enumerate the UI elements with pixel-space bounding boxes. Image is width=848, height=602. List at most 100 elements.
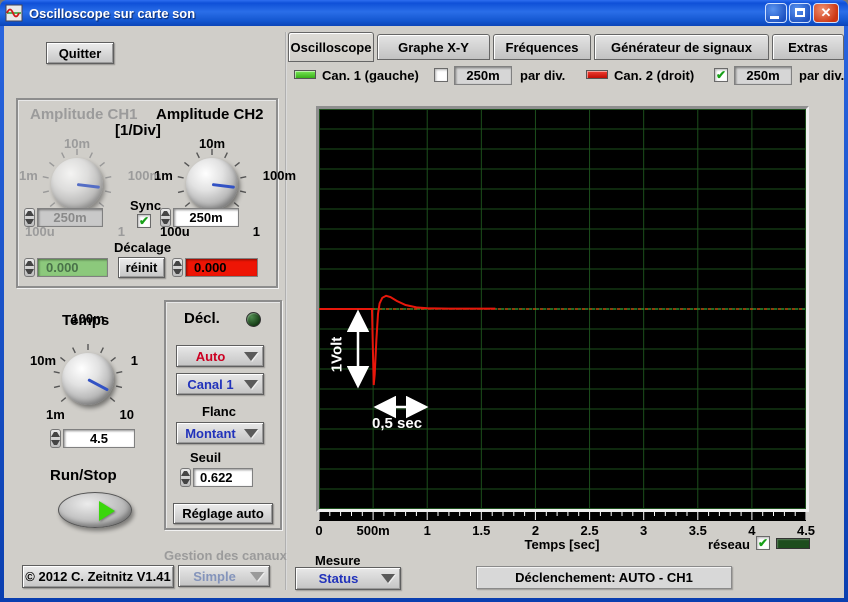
x-tick-label: 3 bbox=[640, 523, 647, 538]
knob-scale-label: 10m bbox=[199, 136, 225, 151]
x-tick-label: 2.5 bbox=[581, 523, 599, 538]
x-axis-ticks bbox=[319, 512, 806, 521]
spinner-down-icon[interactable] bbox=[173, 268, 182, 277]
amplitude-ch2-value[interactable]: 250m bbox=[173, 208, 239, 227]
trigger-status-box: Déclenchement: AUTO - CH1 bbox=[476, 566, 732, 589]
channel1-label: Can. 1 (gauche) bbox=[322, 68, 419, 83]
tab-label: Générateur de signaux bbox=[611, 40, 752, 55]
offset-reset-label: réinit bbox=[126, 260, 158, 275]
trigger-edge-dropdown[interactable]: Montant bbox=[176, 422, 264, 444]
tab-label: Extras bbox=[788, 40, 828, 55]
offset-ch2-value[interactable]: 0.000 bbox=[185, 258, 258, 277]
channel2-scale-field[interactable]: 250m bbox=[734, 66, 792, 85]
tab-graphe-xy[interactable]: Graphe X-Y bbox=[377, 34, 490, 60]
reseau-checkbox[interactable]: ✔ bbox=[756, 536, 770, 550]
quit-button[interactable]: Quitter bbox=[46, 42, 114, 64]
time-knob[interactable]: 100m 10m 1 1m 10 bbox=[36, 327, 140, 431]
tab-label: Fréquences bbox=[506, 40, 579, 55]
measure-dropdown[interactable]: Status bbox=[295, 567, 401, 590]
offset-ch1-spinner[interactable] bbox=[24, 258, 35, 277]
minimize-button[interactable] bbox=[765, 3, 787, 23]
sync-checkbox[interactable]: ✔ bbox=[137, 214, 151, 228]
trigger-source-value: Canal 1 bbox=[177, 377, 244, 392]
amplitude-ch1-value[interactable]: 250m bbox=[37, 208, 103, 227]
auto-setup-button[interactable]: Réglage auto bbox=[173, 503, 273, 524]
time-spinner[interactable] bbox=[50, 429, 61, 448]
close-button[interactable]: ✕ bbox=[813, 3, 839, 23]
knob-dial[interactable] bbox=[51, 158, 103, 210]
minimize-icon bbox=[770, 16, 779, 19]
channels-title: Gestion des canaux bbox=[164, 548, 287, 563]
spinner-down-icon[interactable] bbox=[51, 439, 60, 448]
offset-ch1-value[interactable]: 0.000 bbox=[37, 258, 108, 277]
tab-frequences[interactable]: Fréquences bbox=[493, 34, 591, 60]
knob-pointer bbox=[87, 378, 109, 391]
spinner-up-icon[interactable] bbox=[173, 259, 182, 268]
knob-scale-label: 1 bbox=[131, 353, 138, 368]
spinner-up-icon[interactable] bbox=[51, 430, 60, 439]
channel1-enable-checkbox[interactable] bbox=[434, 68, 448, 82]
threshold-spinner[interactable] bbox=[180, 468, 191, 487]
check-icon: ✔ bbox=[758, 537, 768, 549]
x-tick-label: 1 bbox=[424, 523, 431, 538]
offset-ch2-spinner[interactable] bbox=[172, 258, 183, 277]
maximize-button[interactable] bbox=[789, 3, 811, 23]
play-icon bbox=[99, 501, 115, 521]
spinner-down-icon[interactable] bbox=[25, 218, 34, 227]
channels-mode-dropdown[interactable]: Simple bbox=[178, 565, 270, 587]
run-stop-button[interactable] bbox=[58, 492, 132, 528]
knob-scale-label: 10 bbox=[120, 407, 134, 422]
amplitude-annotation: 1Volt bbox=[322, 314, 352, 394]
knob-scale-label: 1 bbox=[118, 224, 125, 239]
sync-label: Sync bbox=[130, 198, 161, 213]
trigger-status-text: Déclenchement: AUTO - CH1 bbox=[515, 570, 693, 585]
threshold-value[interactable]: 0.622 bbox=[193, 468, 253, 487]
trigger-source-dropdown[interactable]: Canal 1 bbox=[176, 373, 264, 395]
window-title: Oscilloscope sur carte son bbox=[29, 6, 195, 21]
dropdown-arrow-icon bbox=[381, 574, 395, 583]
spinner-down-icon[interactable] bbox=[181, 478, 190, 487]
waveform-plot[interactable] bbox=[319, 109, 806, 509]
edge-title: Flanc bbox=[202, 404, 236, 419]
panel-divider bbox=[285, 32, 287, 590]
amplitude-ch2-spinner[interactable] bbox=[160, 208, 171, 227]
copyright-text: © 2012 C. Zeitnitz V1.41 bbox=[25, 569, 170, 584]
x-tick-label: 4.5 bbox=[797, 523, 815, 538]
tab-generateur[interactable]: Générateur de signaux bbox=[594, 34, 769, 60]
amplitude-annotation-text: 1Volt bbox=[329, 336, 346, 372]
tab-extras[interactable]: Extras bbox=[772, 34, 844, 60]
spinner-down-icon[interactable] bbox=[25, 268, 34, 277]
auto-setup-label: Réglage auto bbox=[182, 506, 264, 521]
knob-scale-label: 1m bbox=[154, 168, 173, 183]
x-tick-label: 1.5 bbox=[472, 523, 490, 538]
knob-scale-label: 10m bbox=[64, 136, 90, 151]
spinner-down-icon[interactable] bbox=[161, 218, 170, 227]
measure-value: Status bbox=[296, 571, 381, 586]
channel2-unit-label: par div. bbox=[799, 68, 844, 83]
x-tick-label: 2 bbox=[532, 523, 539, 538]
tab-label: Oscilloscope bbox=[291, 40, 372, 55]
spinner-up-icon[interactable] bbox=[25, 209, 34, 218]
tab-oscilloscope[interactable]: Oscilloscope bbox=[288, 32, 374, 62]
knob-scale-label: 100m bbox=[263, 168, 296, 183]
width-annotation: 0,5 sec bbox=[372, 415, 422, 432]
channel1-scale-field[interactable]: 250m bbox=[454, 66, 512, 85]
threshold-value-text: 0.622 bbox=[200, 470, 233, 485]
x-tick-label: 0 bbox=[315, 523, 322, 538]
knob-dial[interactable] bbox=[62, 353, 114, 405]
title-bar[interactable]: Oscilloscope sur carte son ✕ bbox=[0, 0, 848, 26]
x-tick-label: 3.5 bbox=[689, 523, 707, 538]
amplitude-ch1-value-text: 250m bbox=[53, 210, 86, 225]
spinner-up-icon[interactable] bbox=[25, 259, 34, 268]
amplitude-ch1-spinner[interactable] bbox=[24, 208, 35, 227]
knob-dial[interactable] bbox=[186, 158, 238, 210]
offset-reset-button[interactable]: réinit bbox=[118, 257, 165, 278]
time-value[interactable]: 4.5 bbox=[63, 429, 135, 448]
trigger-mode-dropdown[interactable]: Auto bbox=[176, 345, 264, 367]
channel2-enable-checkbox[interactable]: ✔ bbox=[714, 68, 728, 82]
copyright-box: © 2012 C. Zeitnitz V1.41 bbox=[22, 565, 174, 588]
spinner-up-icon[interactable] bbox=[181, 469, 190, 478]
knob-scale-label: 1 bbox=[253, 224, 260, 239]
quit-button-label: Quitter bbox=[59, 46, 102, 61]
spinner-up-icon[interactable] bbox=[161, 209, 170, 218]
